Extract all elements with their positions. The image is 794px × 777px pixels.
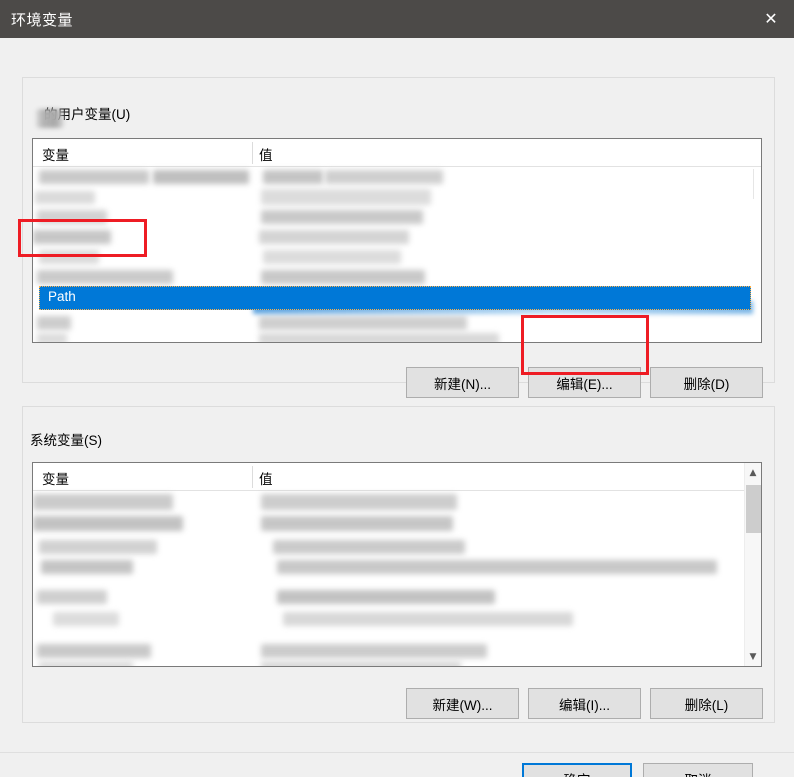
system-edit-button[interactable]: 编辑(I)... bbox=[528, 688, 641, 719]
table-row[interactable] bbox=[33, 558, 761, 578]
redacted-cell bbox=[37, 210, 107, 224]
redacted-cell bbox=[259, 333, 499, 342]
redacted-cell bbox=[261, 644, 487, 658]
redacted-cell bbox=[33, 516, 183, 531]
user-new-button[interactable]: 新建(N)... bbox=[406, 367, 519, 398]
footer-divider bbox=[0, 752, 794, 753]
table-row[interactable] bbox=[33, 314, 761, 334]
table-row[interactable] bbox=[33, 492, 761, 512]
redacted-cell bbox=[277, 590, 495, 604]
table-row[interactable] bbox=[33, 208, 761, 228]
redacted-cell bbox=[33, 230, 111, 244]
table-row[interactable] bbox=[33, 168, 761, 188]
redacted-cell bbox=[39, 170, 149, 184]
redacted-cell bbox=[35, 191, 95, 204]
cancel-button[interactable]: 取消 bbox=[643, 763, 753, 777]
environment-variables-dialog: 环境变量 ✕ 的用户变量(U) 变量 值 Path 新建(N)... 编辑(E)… bbox=[0, 0, 794, 777]
user-column-variable[interactable]: 变量 bbox=[42, 144, 69, 164]
chevron-down-icon[interactable]: ▼ bbox=[745, 648, 761, 665]
redacted-cell bbox=[259, 230, 409, 244]
system-column-variable[interactable]: 变量 bbox=[42, 468, 69, 488]
redacted-cell bbox=[261, 494, 457, 510]
system-variables-list[interactable]: 变量 值 ▲ ▼ bbox=[32, 462, 762, 667]
table-row[interactable] bbox=[33, 610, 761, 630]
redacted-cell bbox=[261, 210, 423, 224]
table-row[interactable] bbox=[33, 588, 761, 608]
scrollbar-thumb[interactable] bbox=[746, 485, 761, 533]
redacted-cell bbox=[277, 560, 717, 574]
redacted-cell bbox=[37, 644, 151, 658]
system-list-scrollbar[interactable]: ▲ ▼ bbox=[744, 463, 761, 666]
redacted-cell bbox=[41, 560, 133, 574]
user-list-header: 变量 值 bbox=[33, 139, 761, 167]
table-row[interactable] bbox=[33, 538, 761, 558]
redacted-cell bbox=[263, 250, 401, 264]
table-row[interactable] bbox=[33, 642, 761, 662]
user-list-row-path-label: Path bbox=[48, 289, 76, 304]
close-button[interactable]: ✕ bbox=[748, 0, 794, 38]
user-column-divider[interactable] bbox=[252, 142, 253, 164]
redacted-cell bbox=[259, 316, 467, 330]
window-title: 环境变量 bbox=[11, 12, 74, 29]
redacted-cell bbox=[263, 170, 323, 184]
system-variables-label: 系统变量(S) bbox=[26, 433, 106, 449]
user-edit-button[interactable]: 编辑(E)... bbox=[528, 367, 641, 398]
redacted-cell bbox=[261, 661, 461, 666]
redacted-cell bbox=[261, 189, 431, 205]
redacted-cell bbox=[273, 540, 465, 554]
redacted-cell bbox=[37, 333, 67, 342]
system-delete-button[interactable]: 删除(L) bbox=[650, 688, 763, 719]
redacted-cell bbox=[325, 170, 443, 184]
redacted-cell bbox=[37, 590, 107, 604]
user-list-rows: Path bbox=[33, 168, 761, 342]
title-bar: 环境变量 ✕ bbox=[0, 0, 794, 38]
close-icon: ✕ bbox=[764, 9, 778, 28]
ok-button[interactable]: 确定 bbox=[522, 763, 632, 777]
system-new-button[interactable]: 新建(W)... bbox=[406, 688, 519, 719]
system-column-divider[interactable] bbox=[252, 466, 253, 488]
redacted-cell bbox=[33, 494, 173, 510]
redacted-cell bbox=[39, 540, 157, 554]
chevron-up-icon[interactable]: ▲ bbox=[745, 464, 761, 481]
dialog-client-area: 的用户变量(U) 变量 值 Path 新建(N)... 编辑(E)... 删除(… bbox=[0, 38, 794, 777]
table-row[interactable] bbox=[33, 268, 761, 288]
redacted-username bbox=[36, 109, 64, 128]
redacted-cell bbox=[37, 270, 173, 284]
table-row[interactable] bbox=[33, 248, 761, 268]
user-delete-button[interactable]: 删除(D) bbox=[650, 367, 763, 398]
redacted-cell bbox=[283, 612, 573, 626]
user-column-value[interactable]: 值 bbox=[259, 144, 273, 164]
user-variables-list[interactable]: 变量 值 Path bbox=[32, 138, 762, 343]
redacted-cell bbox=[153, 170, 249, 184]
table-row[interactable] bbox=[33, 228, 761, 248]
redacted-cell bbox=[39, 250, 99, 264]
redacted-cell bbox=[261, 516, 453, 531]
table-row[interactable] bbox=[33, 332, 761, 342]
table-row[interactable] bbox=[33, 514, 761, 534]
user-list-row-path[interactable]: Path bbox=[39, 286, 751, 310]
redacted-cell bbox=[53, 612, 119, 626]
redacted-cell bbox=[261, 270, 425, 284]
redacted-cell bbox=[37, 316, 71, 330]
system-list-rows bbox=[33, 492, 761, 666]
system-column-value[interactable]: 值 bbox=[259, 468, 273, 488]
table-row[interactable] bbox=[33, 188, 761, 208]
table-row[interactable] bbox=[33, 660, 761, 666]
system-list-header: 变量 值 bbox=[33, 463, 761, 491]
redacted-cell bbox=[39, 661, 133, 666]
